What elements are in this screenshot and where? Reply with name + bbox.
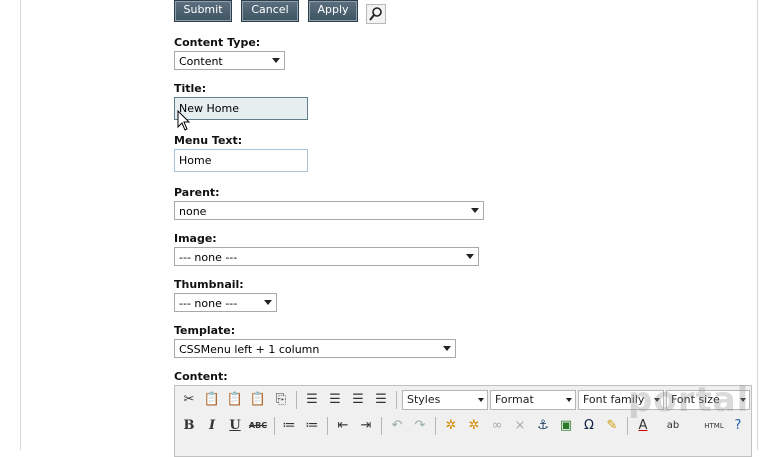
styles-label: Styles bbox=[407, 393, 441, 406]
chevron-down-icon bbox=[471, 208, 479, 213]
toolbar-separator bbox=[274, 417, 275, 435]
menu-text-label: Menu Text: bbox=[174, 134, 243, 147]
strikethrough-button[interactable]: ABC bbox=[247, 416, 269, 436]
parent-select[interactable]: none bbox=[174, 201, 484, 220]
paste-text-icon[interactable]: 📋 bbox=[224, 390, 246, 410]
toolbar-separator bbox=[327, 417, 328, 435]
content-type-select[interactable]: Content bbox=[174, 51, 285, 70]
underline-button[interactable]: U bbox=[224, 416, 246, 436]
unlink-icon[interactable]: ⨯ bbox=[509, 416, 531, 436]
toolbar-separator bbox=[381, 417, 382, 435]
styles-dropdown[interactable]: Styles bbox=[402, 390, 488, 410]
link-icon[interactable]: ∞ bbox=[486, 416, 508, 436]
align-center-icon[interactable]: ☰ bbox=[324, 390, 346, 410]
title-label: Title: bbox=[174, 82, 207, 95]
cancel-button[interactable]: Cancel bbox=[241, 0, 299, 22]
image-label: Image: bbox=[174, 232, 217, 245]
chevron-down-icon bbox=[566, 398, 572, 402]
image-select[interactable]: --- none --- bbox=[174, 247, 479, 266]
content-link-icon[interactable]: ✲ bbox=[463, 416, 485, 436]
undo-icon[interactable]: ↶ bbox=[386, 416, 408, 436]
paste-word-icon[interactable]: 📋 bbox=[247, 390, 269, 410]
thumbnail-select[interactable]: --- none --- bbox=[174, 293, 277, 312]
submit-button[interactable]: Submit bbox=[174, 0, 232, 22]
numbered-list-icon[interactable]: ≔ bbox=[301, 416, 323, 436]
content-label: Content: bbox=[174, 370, 228, 383]
format-dropdown[interactable]: Format bbox=[490, 390, 576, 410]
outdent-icon[interactable]: ⇤ bbox=[332, 416, 354, 436]
content-type-label: Content Type: bbox=[174, 36, 261, 49]
apply-button[interactable]: Apply bbox=[308, 0, 358, 22]
format-label: Format bbox=[495, 393, 534, 406]
special-character-icon[interactable]: Ω bbox=[578, 416, 600, 436]
align-right-icon[interactable]: ☰ bbox=[347, 390, 369, 410]
parent-value: none bbox=[179, 205, 207, 218]
chevron-down-icon bbox=[264, 300, 272, 305]
italic-button[interactable]: I bbox=[201, 416, 223, 436]
indent-icon[interactable]: ⇥ bbox=[355, 416, 377, 436]
toolbar-separator bbox=[396, 391, 397, 409]
cleanup-icon[interactable]: ✎ bbox=[601, 416, 623, 436]
paste-icon[interactable]: 📋 bbox=[201, 390, 223, 410]
copy-icon[interactable]: ⎘ bbox=[270, 390, 292, 410]
preview-magnifier-icon[interactable] bbox=[366, 4, 386, 24]
chevron-down-icon bbox=[443, 346, 451, 351]
template-value: CSSMenu left + 1 column bbox=[179, 343, 320, 356]
thumbnail-label: Thumbnail: bbox=[174, 278, 244, 291]
align-justify-icon[interactable]: ☰ bbox=[370, 390, 392, 410]
menu-text-value: Home bbox=[179, 154, 212, 167]
toolbar-separator bbox=[296, 391, 297, 409]
left-border-line bbox=[20, 0, 21, 450]
toolbar-separator bbox=[435, 417, 436, 435]
bullet-list-icon[interactable]: ≔ bbox=[278, 416, 300, 436]
image-icon[interactable]: ▣ bbox=[555, 416, 577, 436]
chevron-down-icon bbox=[466, 254, 474, 259]
align-left-icon[interactable]: ☰ bbox=[301, 390, 323, 410]
template-label: Template: bbox=[174, 324, 236, 337]
title-input[interactable]: New Home bbox=[174, 97, 308, 120]
redo-icon[interactable]: ↷ bbox=[409, 416, 431, 436]
chevron-down-icon bbox=[478, 398, 484, 402]
right-border-line bbox=[757, 0, 758, 450]
parent-label: Parent: bbox=[174, 186, 220, 199]
content-type-value: Content bbox=[179, 55, 223, 68]
template-select[interactable]: CSSMenu left + 1 column bbox=[174, 339, 456, 358]
bold-button[interactable]: B bbox=[178, 416, 200, 436]
anchor-icon[interactable]: ⚓ bbox=[532, 416, 554, 436]
image-value: --- none --- bbox=[179, 251, 238, 264]
cut-icon[interactable]: ✂ bbox=[178, 390, 200, 410]
thumbnail-value: --- none --- bbox=[179, 297, 238, 310]
chevron-down-icon bbox=[272, 58, 280, 63]
menu-text-input[interactable]: Home bbox=[174, 149, 308, 172]
watermark-logo: portal bbox=[628, 380, 750, 420]
mouse-cursor-icon bbox=[177, 110, 191, 131]
module-link-icon[interactable]: ✲ bbox=[440, 416, 462, 436]
